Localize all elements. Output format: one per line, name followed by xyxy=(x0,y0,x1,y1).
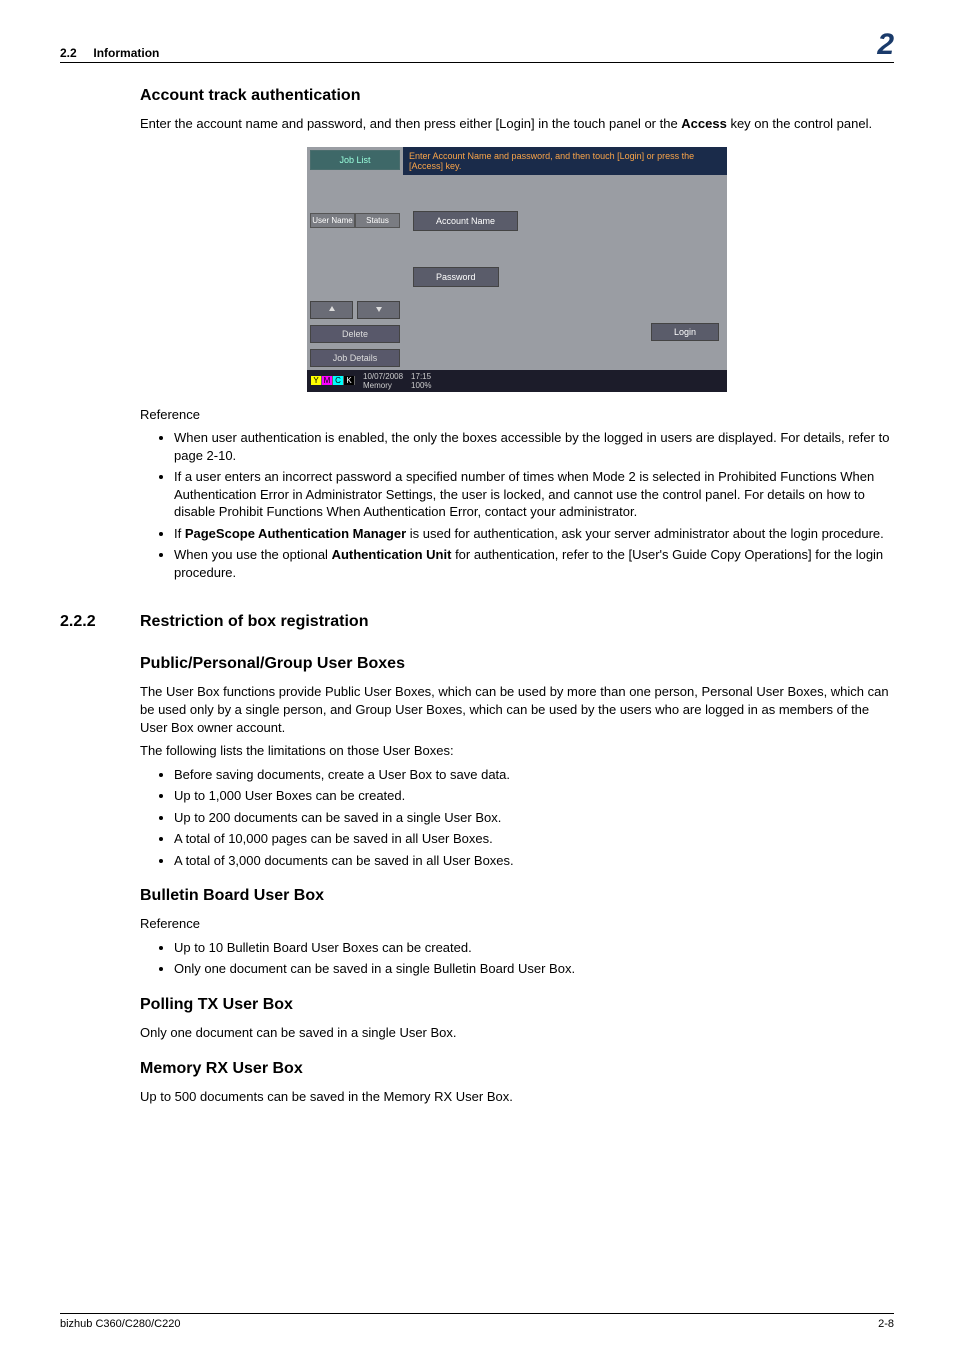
toner-ymck-indicator: YMCK xyxy=(311,376,355,385)
ref-bullet: If a user enters an incorrect password a… xyxy=(174,468,894,521)
body-text: Up to 500 documents can be saved in the … xyxy=(140,1088,894,1106)
section-title: Restriction of box registration xyxy=(140,613,368,631)
heading-polling: Polling TX User Box xyxy=(140,996,894,1014)
section-number: 2.2.2 xyxy=(60,613,140,631)
user-name-tab[interactable]: User Name xyxy=(310,213,355,228)
ref-bullet: When user authentication is enabled, the… xyxy=(174,429,894,464)
list-item: A total of 3,000 documents can be saved … xyxy=(174,852,894,870)
header-section-num: 2.2 xyxy=(60,46,77,60)
list-item: A total of 10,000 pages can be saved in … xyxy=(174,830,894,848)
login-button[interactable]: Login xyxy=(651,323,719,341)
list-item: Before saving documents, create a User B… xyxy=(174,766,894,784)
intro-text: Enter the account name and password, and… xyxy=(140,115,894,133)
prompt-message: Enter Account Name and password, and the… xyxy=(403,147,727,175)
body-text: The following lists the limitations on t… xyxy=(140,742,894,760)
job-list-button[interactable]: Job List xyxy=(310,150,400,170)
touch-panel-screenshot: Job List User Name Status Delete Job Det… xyxy=(307,147,727,392)
reference-label: Reference xyxy=(140,915,894,933)
body-text: The User Box functions provide Public Us… xyxy=(140,683,894,736)
time-value: 17:15 xyxy=(411,372,431,381)
reference-label: Reference xyxy=(140,406,894,424)
heading-bulletin: Bulletin Board User Box xyxy=(140,887,894,905)
password-field[interactable]: Password xyxy=(413,267,499,287)
heading-account-track: Account track authentication xyxy=(140,87,894,105)
heading-memory-rx: Memory RX User Box xyxy=(140,1060,894,1078)
chapter-number: 2 xyxy=(877,30,894,60)
date-value: 10/07/2008 xyxy=(363,372,403,381)
footer-model: bizhub C360/C280/C220 xyxy=(60,1318,180,1330)
body-text: Only one document can be saved in a sing… xyxy=(140,1024,894,1042)
ref-bullet: When you use the optional Authentication… xyxy=(174,546,894,581)
account-name-field[interactable]: Account Name xyxy=(413,211,518,231)
down-arrow-button[interactable] xyxy=(357,301,400,319)
page-footer: bizhub C360/C280/C220 2-8 xyxy=(60,1313,894,1330)
delete-button[interactable]: Delete xyxy=(310,325,400,343)
job-details-button[interactable]: Job Details xyxy=(310,349,400,367)
memory-pct: 100% xyxy=(411,381,431,390)
running-header: 2.2 Information 2 xyxy=(60,30,894,63)
status-tab[interactable]: Status xyxy=(355,213,400,228)
list-item: Up to 200 documents can be saved in a si… xyxy=(174,809,894,827)
heading-public-personal-group: Public/Personal/Group User Boxes xyxy=(140,655,894,673)
footer-page-number: 2-8 xyxy=(878,1318,894,1330)
up-arrow-button[interactable] xyxy=(310,301,353,319)
list-item: Only one document can be saved in a sing… xyxy=(174,960,894,978)
memory-label: Memory xyxy=(363,381,392,390)
header-section-title: Information xyxy=(93,46,159,60)
list-item: Up to 1,000 User Boxes can be created. xyxy=(174,787,894,805)
list-item: Up to 10 Bulletin Board User Boxes can b… xyxy=(174,939,894,957)
ref-bullet: If PageScope Authentication Manager is u… xyxy=(174,525,894,543)
